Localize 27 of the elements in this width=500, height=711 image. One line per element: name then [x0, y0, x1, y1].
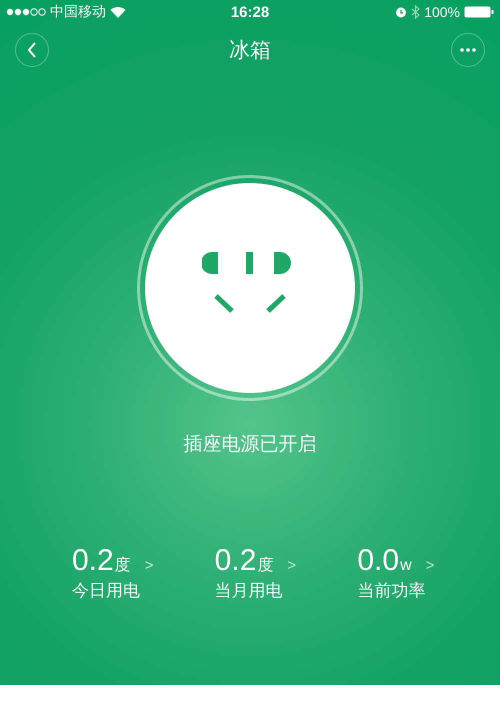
stat-unit: 度	[257, 556, 274, 576]
stat-label: 当月用电	[214, 580, 284, 602]
stat-unit: 度	[114, 556, 131, 576]
carrier-name: 中国移动	[50, 3, 106, 21]
stat-unit: w	[400, 557, 412, 575]
stat-value: 0.2	[214, 545, 256, 577]
alarm-clock-icon	[395, 6, 408, 18]
stat-label: 当前功率	[357, 580, 426, 602]
arrow-link[interactable]: >	[287, 557, 296, 574]
arrow-link[interactable]: >	[426, 557, 434, 574]
signal-icon	[6, 8, 46, 16]
arrow-link[interactable]: >	[144, 557, 154, 574]
stat-value: 0.2	[72, 545, 114, 577]
clock-time: 16:28	[230, 4, 270, 20]
battery-icon	[464, 6, 494, 18]
wifi-icon	[110, 6, 126, 18]
back-button[interactable]	[15, 33, 49, 67]
power-toggle[interactable]	[137, 175, 363, 401]
page-title: 冰箱	[229, 38, 271, 64]
stat-label: 今日用电	[72, 580, 141, 602]
chevron-left-icon	[27, 42, 37, 58]
more-button[interactable]	[451, 33, 485, 67]
power-status: 插座电源已开启	[184, 433, 316, 457]
more-icon	[460, 48, 476, 52]
stat-value: 0.0	[357, 545, 400, 577]
bluetooth-icon	[411, 5, 420, 19]
battery-percent: 100%	[424, 4, 460, 20]
